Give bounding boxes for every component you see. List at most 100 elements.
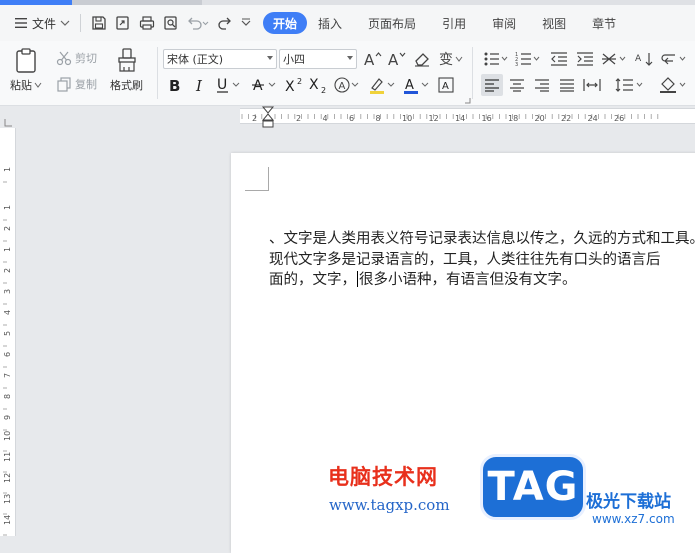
- subscript-button[interactable]: X2: [308, 74, 330, 96]
- superscript-icon: X2: [285, 76, 305, 94]
- shrink-font-button[interactable]: A: [386, 49, 408, 69]
- format-painter-label: 格式刷: [110, 77, 143, 93]
- export-pdf-button[interactable]: [111, 11, 135, 35]
- font-name-select[interactable]: 宋体 (正文): [163, 49, 277, 69]
- bold-button[interactable]: B: [165, 74, 185, 96]
- tab-review[interactable]: 审阅: [481, 12, 527, 34]
- svg-text:I: I: [195, 77, 203, 93]
- align-center-icon: [509, 78, 525, 92]
- increase-indent-button[interactable]: [574, 49, 596, 69]
- tab-chapter[interactable]: 章节: [581, 12, 627, 34]
- align-center-button[interactable]: [506, 74, 528, 96]
- cut-label: 剪切: [75, 50, 97, 66]
- underline-icon: U: [216, 76, 242, 94]
- tab-home[interactable]: 开始: [263, 12, 307, 34]
- copy-button[interactable]: 复制: [56, 76, 97, 92]
- shading-button[interactable]: [658, 74, 692, 96]
- grow-font-button[interactable]: A: [362, 49, 384, 69]
- font-name-value: 宋体 (正文): [167, 51, 223, 67]
- character-border-button[interactable]: A: [436, 74, 456, 96]
- document-line[interactable]: 现代文字多是记录语言的，工具，人类往往先有口头的语言后: [269, 250, 695, 271]
- tab-references[interactable]: 引用: [431, 12, 477, 34]
- vertical-ruler-tick-label: 11: [3, 452, 12, 462]
- redo-icon: [217, 15, 233, 31]
- eraser-icon: [413, 50, 431, 68]
- save-button[interactable]: [87, 11, 111, 35]
- vertical-ruler-tick-label: 4: [3, 310, 12, 315]
- strikethrough-button[interactable]: A: [250, 74, 280, 96]
- ruler-track[interactable]: 22468101214161820222426: [240, 108, 695, 124]
- ruler-tick-label: 22: [561, 114, 571, 123]
- show-marks-button[interactable]: [660, 49, 690, 69]
- highlight-color-button[interactable]: [368, 74, 398, 96]
- shrink-font-icon: A: [387, 50, 407, 68]
- distributed-align-button[interactable]: [581, 74, 603, 96]
- justify-button[interactable]: [556, 74, 578, 96]
- underline-button[interactable]: U: [214, 74, 244, 96]
- bullets-button[interactable]: [482, 49, 510, 69]
- italic-button[interactable]: I: [190, 74, 210, 96]
- print-button[interactable]: [135, 11, 159, 35]
- menu-bar: 文件 开始 插入 页面布局 引用 审阅 视图 章节: [0, 5, 695, 41]
- paintbrush-icon: [115, 47, 139, 73]
- font-size-select[interactable]: 小四: [279, 49, 357, 69]
- ruler-tick-label: 20: [535, 114, 545, 123]
- sort-button[interactable]: A: [634, 49, 656, 69]
- decrease-indent-button[interactable]: [548, 49, 570, 69]
- tab-page-layout[interactable]: 页面布局: [357, 12, 427, 34]
- superscript-button[interactable]: X2: [284, 74, 306, 96]
- ruler-tick-label: 12: [429, 114, 439, 123]
- vertical-ruler-scale: 11212345678910111213141516: [0, 128, 16, 536]
- vertical-ruler-tick-label: 1: [3, 167, 12, 172]
- undo-button[interactable]: [183, 11, 213, 35]
- tab-view[interactable]: 视图: [531, 12, 577, 34]
- character-border-icon: A: [438, 77, 454, 93]
- print-preview-button[interactable]: [159, 11, 183, 35]
- clear-format-button[interactable]: [411, 49, 433, 69]
- format-painter-button[interactable]: 格式刷: [110, 47, 143, 93]
- ruler-tick-label: 16: [482, 114, 492, 123]
- justify-icon: [559, 78, 575, 92]
- font-color-icon: A: [403, 76, 431, 94]
- text-effects-button[interactable]: A: [333, 74, 361, 96]
- align-left-icon: [484, 78, 500, 92]
- align-left-button[interactable]: [481, 74, 503, 96]
- document-line[interactable]: 、文字是人类用表义符号记录表达信息以传之，久远的方式和工具。: [269, 229, 695, 250]
- line-spacing-button[interactable]: [614, 74, 646, 96]
- ribbon-home: 粘贴 剪切 复制 格式刷 宋体 (正文) 小四 A A 变 B: [0, 41, 695, 106]
- vertical-ruler-tick-label: 1: [3, 205, 12, 210]
- cut-button[interactable]: 剪切: [56, 50, 97, 66]
- svg-text:U: U: [217, 77, 227, 93]
- scissors-icon: [56, 50, 72, 66]
- vertical-ruler[interactable]: 11212345678910111213141516: [0, 128, 16, 536]
- document-line-text: 很多小语种，有语言但没有文字。: [359, 272, 577, 288]
- document-line[interactable]: 面的，文字，很多小语种，有语言但没有文字。: [269, 270, 695, 291]
- chevron-down-icon: [34, 82, 42, 88]
- ruler-tick-label: 24: [588, 114, 598, 123]
- chevron-down-icon: [347, 56, 353, 60]
- phonetic-guide-button[interactable]: 变: [436, 49, 466, 69]
- paragraph-settings-launcher[interactable]: [463, 96, 471, 104]
- vertical-ruler-tick-label: 2: [3, 268, 12, 273]
- customize-quickbar-button[interactable]: [237, 11, 255, 35]
- document-paragraph[interactable]: 、文字是人类用表义符号记录表达信息以传之，久远的方式和工具。 现代文字多是记录语…: [269, 229, 695, 291]
- chevron-down-icon: [267, 56, 273, 60]
- tab-insert[interactable]: 插入: [307, 12, 353, 34]
- vertical-ruler-tick-label: 9: [3, 415, 12, 420]
- file-menu-button[interactable]: 文件: [10, 10, 74, 36]
- page-corner-mark: [245, 167, 269, 191]
- paste-button[interactable]: 粘贴: [10, 47, 42, 93]
- align-right-button[interactable]: [531, 74, 553, 96]
- redo-button[interactable]: [213, 11, 237, 35]
- align-right-icon: [534, 78, 550, 92]
- distributed-align-icon: [583, 78, 601, 92]
- font-color-button[interactable]: A: [402, 74, 432, 96]
- bulleted-list-icon: [483, 51, 509, 67]
- italic-icon: I: [193, 77, 207, 93]
- chinese-layout-button[interactable]: [600, 49, 630, 69]
- outdent-icon: [550, 51, 568, 67]
- numbering-button[interactable]: 123: [514, 49, 542, 69]
- export-icon: [115, 15, 131, 31]
- indent-marker-icon[interactable]: [261, 106, 275, 128]
- svg-text:A: A: [388, 51, 399, 68]
